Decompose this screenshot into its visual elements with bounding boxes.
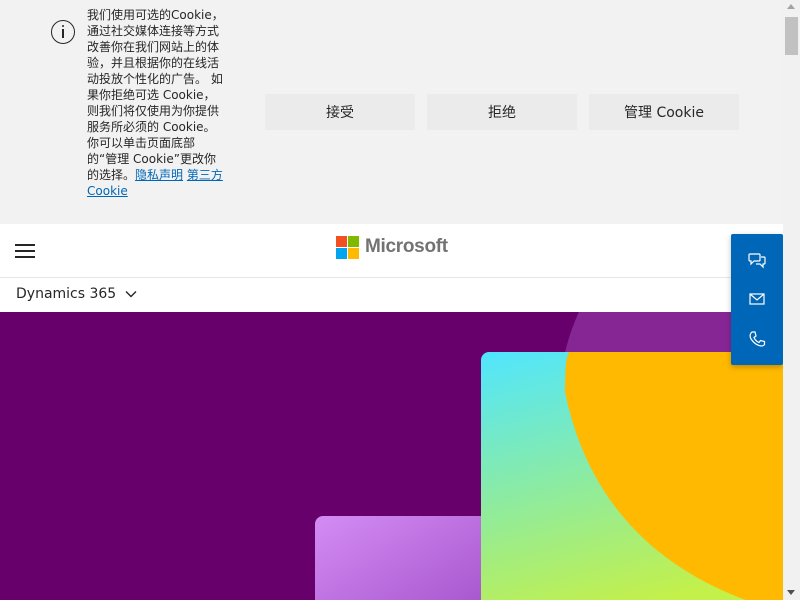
hero-artwork xyxy=(315,312,783,600)
info-icon xyxy=(51,20,75,44)
chevron-down-icon xyxy=(125,291,137,298)
email-button[interactable] xyxy=(737,281,777,317)
reject-button[interactable]: 拒绝 xyxy=(427,94,577,130)
scroll-up-arrow-icon[interactable] xyxy=(787,4,795,9)
privacy-statement-link[interactable]: 隐私声明 xyxy=(135,168,183,182)
hero-banner xyxy=(0,312,783,600)
logo-wordmark: Microsoft xyxy=(365,236,448,257)
product-subnav: Dynamics 365 xyxy=(0,278,783,312)
scroll-down-arrow-icon[interactable] xyxy=(787,590,795,595)
chat-button[interactable] xyxy=(737,242,777,278)
cookie-banner: 我们使用可选的Cookie，通过社交媒体连接等方式改善你在我们网站上的体验，并且… xyxy=(0,0,783,224)
mail-icon xyxy=(749,293,765,306)
manage-cookies-button[interactable]: 管理 Cookie xyxy=(589,94,739,130)
hamburger-icon[interactable] xyxy=(14,242,36,260)
site-header: Microsoft xyxy=(0,224,783,278)
phone-button[interactable] xyxy=(737,321,777,357)
subnav-label: Dynamics 365 xyxy=(16,286,117,302)
page-scrollbar[interactable] xyxy=(783,0,800,600)
microsoft-squares-icon xyxy=(336,235,359,259)
scroll-thumb[interactable] xyxy=(785,17,798,55)
cookie-message: 我们使用可选的Cookie，通过社交媒体连接等方式改善你在我们网站上的体验，并且… xyxy=(87,7,225,199)
phone-icon xyxy=(749,331,766,347)
microsoft-logo[interactable]: Microsoft xyxy=(336,235,448,259)
contact-panel xyxy=(731,234,783,365)
accept-button[interactable]: 接受 xyxy=(265,94,415,130)
cookie-message-text: 我们使用可选的Cookie，通过社交媒体连接等方式改善你在我们网站上的体验，并且… xyxy=(87,8,224,182)
hero-lilac-card xyxy=(315,516,495,600)
dynamics-365-menu[interactable]: Dynamics 365 xyxy=(16,286,138,302)
chat-icon xyxy=(748,253,766,269)
